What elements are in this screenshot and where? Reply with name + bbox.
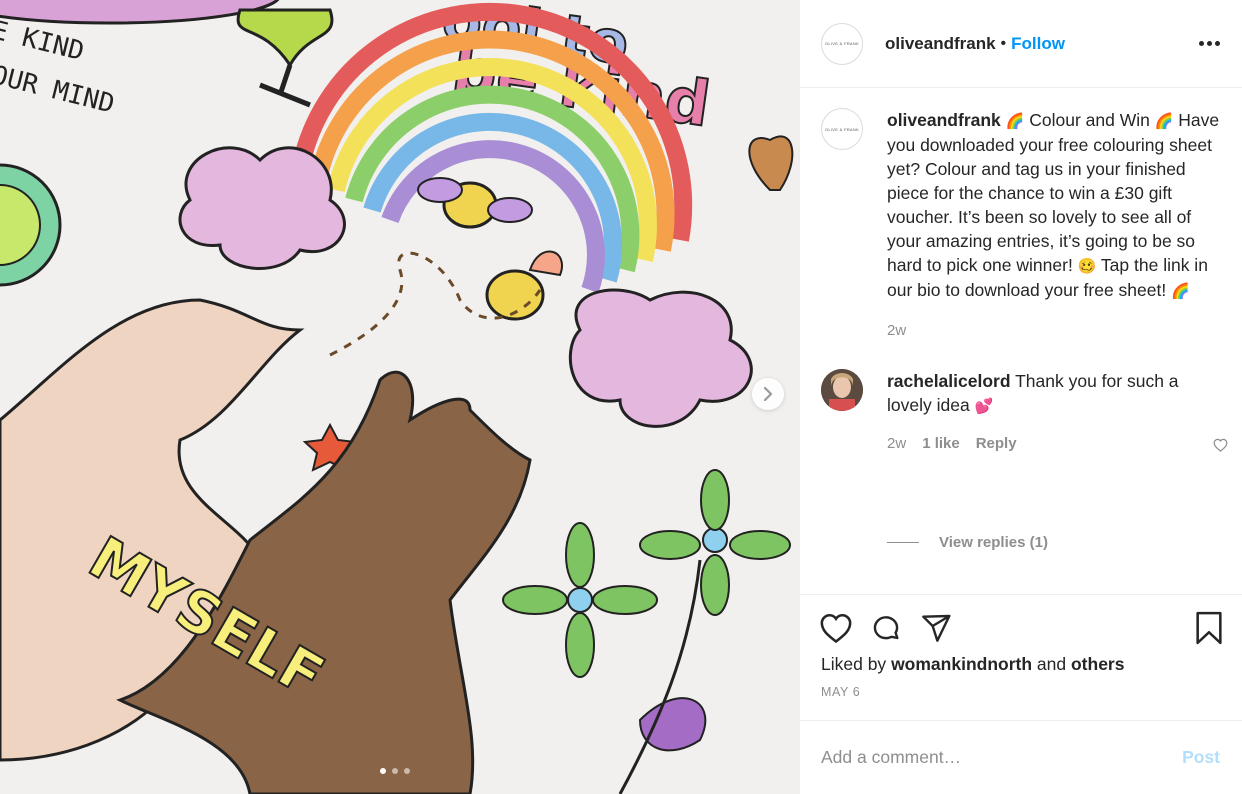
- commenter-avatar[interactable]: [821, 369, 863, 411]
- carousel-dot: [404, 768, 410, 774]
- comment-text: rachelalicelord Thank you for such a lov…: [887, 369, 1220, 418]
- rainbow-emoji: 🌈: [1171, 282, 1190, 300]
- comments-section[interactable]: OLIVE & FRANK oliveandfrank 🌈 Colour and…: [800, 88, 1242, 594]
- comment-username[interactable]: rachelalicelord: [887, 371, 1011, 391]
- author-username[interactable]: oliveandfrank: [885, 34, 996, 54]
- caption-username[interactable]: oliveandfrank: [887, 110, 1001, 130]
- comment-input[interactable]: [821, 747, 1183, 768]
- post-sidebar: OLIVE & FRANK oliveandfrank • Follow OLI…: [799, 0, 1242, 794]
- liked-user-link[interactable]: womankindnorth: [891, 654, 1032, 674]
- instagram-post: ool to be kind E KIND OUR MIND MYSELF OL…: [0, 0, 1242, 794]
- caption-line-1: Colour and Win: [1029, 110, 1150, 130]
- action-bar: [819, 611, 1224, 645]
- share-paper-plane-icon[interactable]: [919, 612, 953, 644]
- post-comment-button[interactable]: Post: [1182, 747, 1220, 768]
- caption-line-2: Have you downloaded your free colouring …: [887, 110, 1220, 275]
- rainbow-emoji: 🌈: [1154, 112, 1174, 130]
- add-comment-bar: Post: [800, 720, 1242, 794]
- colouring-sheet-illustration: ool to be kind E KIND OUR MIND MYSELF: [0, 0, 799, 794]
- bookmark-icon[interactable]: [1194, 611, 1224, 645]
- caption-avatar[interactable]: OLIVE & FRANK: [821, 108, 863, 150]
- more-options-icon[interactable]: [1199, 35, 1220, 52]
- avatar-logo-text: OLIVE & FRANK: [824, 41, 860, 46]
- caption-meta: 2w: [887, 319, 1220, 343]
- header-separator: •: [1000, 34, 1007, 52]
- post-date[interactable]: MAY 6: [821, 685, 860, 699]
- post-header: OLIVE & FRANK oliveandfrank • Follow: [800, 0, 1242, 88]
- carousel-indicator: [380, 768, 410, 774]
- caption-body: oliveandfrank 🌈 Colour and Win 🌈 Have yo…: [887, 108, 1220, 343]
- liked-others-link[interactable]: others: [1071, 654, 1124, 674]
- comment-body: rachelalicelord Thank you for such a lov…: [887, 369, 1220, 456]
- caption-text: oliveandfrank 🌈 Colour and Win 🌈 Have yo…: [887, 108, 1220, 303]
- post-photo[interactable]: ool to be kind E KIND OUR MIND MYSELF: [0, 0, 799, 794]
- two-hearts-emoji: 💕: [974, 397, 994, 415]
- chevron-right-icon: [763, 387, 773, 401]
- comment-like-heart-icon[interactable]: [1213, 438, 1228, 457]
- rainbow-emoji: 🌈: [1005, 112, 1025, 130]
- like-heart-icon[interactable]: [819, 612, 853, 644]
- author-avatar[interactable]: OLIVE & FRANK: [821, 22, 863, 65]
- caption-timestamp[interactable]: 2w: [887, 319, 906, 343]
- carousel-dot-active: [380, 768, 386, 774]
- comment-meta: 2w 1 like Reply: [887, 432, 1220, 456]
- next-photo-button[interactable]: [752, 378, 784, 410]
- reply-button[interactable]: Reply: [976, 432, 1017, 456]
- liked-prefix: Liked by: [821, 654, 887, 674]
- follow-button[interactable]: Follow: [1011, 34, 1065, 54]
- view-replies-button[interactable]: View replies (1): [887, 534, 1048, 551]
- liked-and: and: [1036, 654, 1067, 674]
- avatar-logo-text: OLIVE & FRANK: [824, 126, 860, 132]
- caption-row: OLIVE & FRANK oliveandfrank 🌈 Colour and…: [821, 108, 1220, 343]
- actions-section: Liked by womankindnorth and others MAY 6: [800, 594, 1242, 720]
- view-replies-label: View replies (1): [939, 534, 1048, 551]
- liked-by-summary: Liked by womankindnorth and others: [821, 654, 1124, 675]
- comment-likes[interactable]: 1 like: [922, 432, 960, 456]
- carousel-dot: [392, 768, 398, 774]
- comment-bubble-icon[interactable]: [869, 612, 903, 644]
- replies-line: [887, 542, 919, 543]
- woozy-face-emoji: 🥴: [1077, 257, 1097, 275]
- comment-timestamp[interactable]: 2w: [887, 432, 906, 456]
- comment-row: rachelalicelord Thank you for such a lov…: [821, 369, 1220, 456]
